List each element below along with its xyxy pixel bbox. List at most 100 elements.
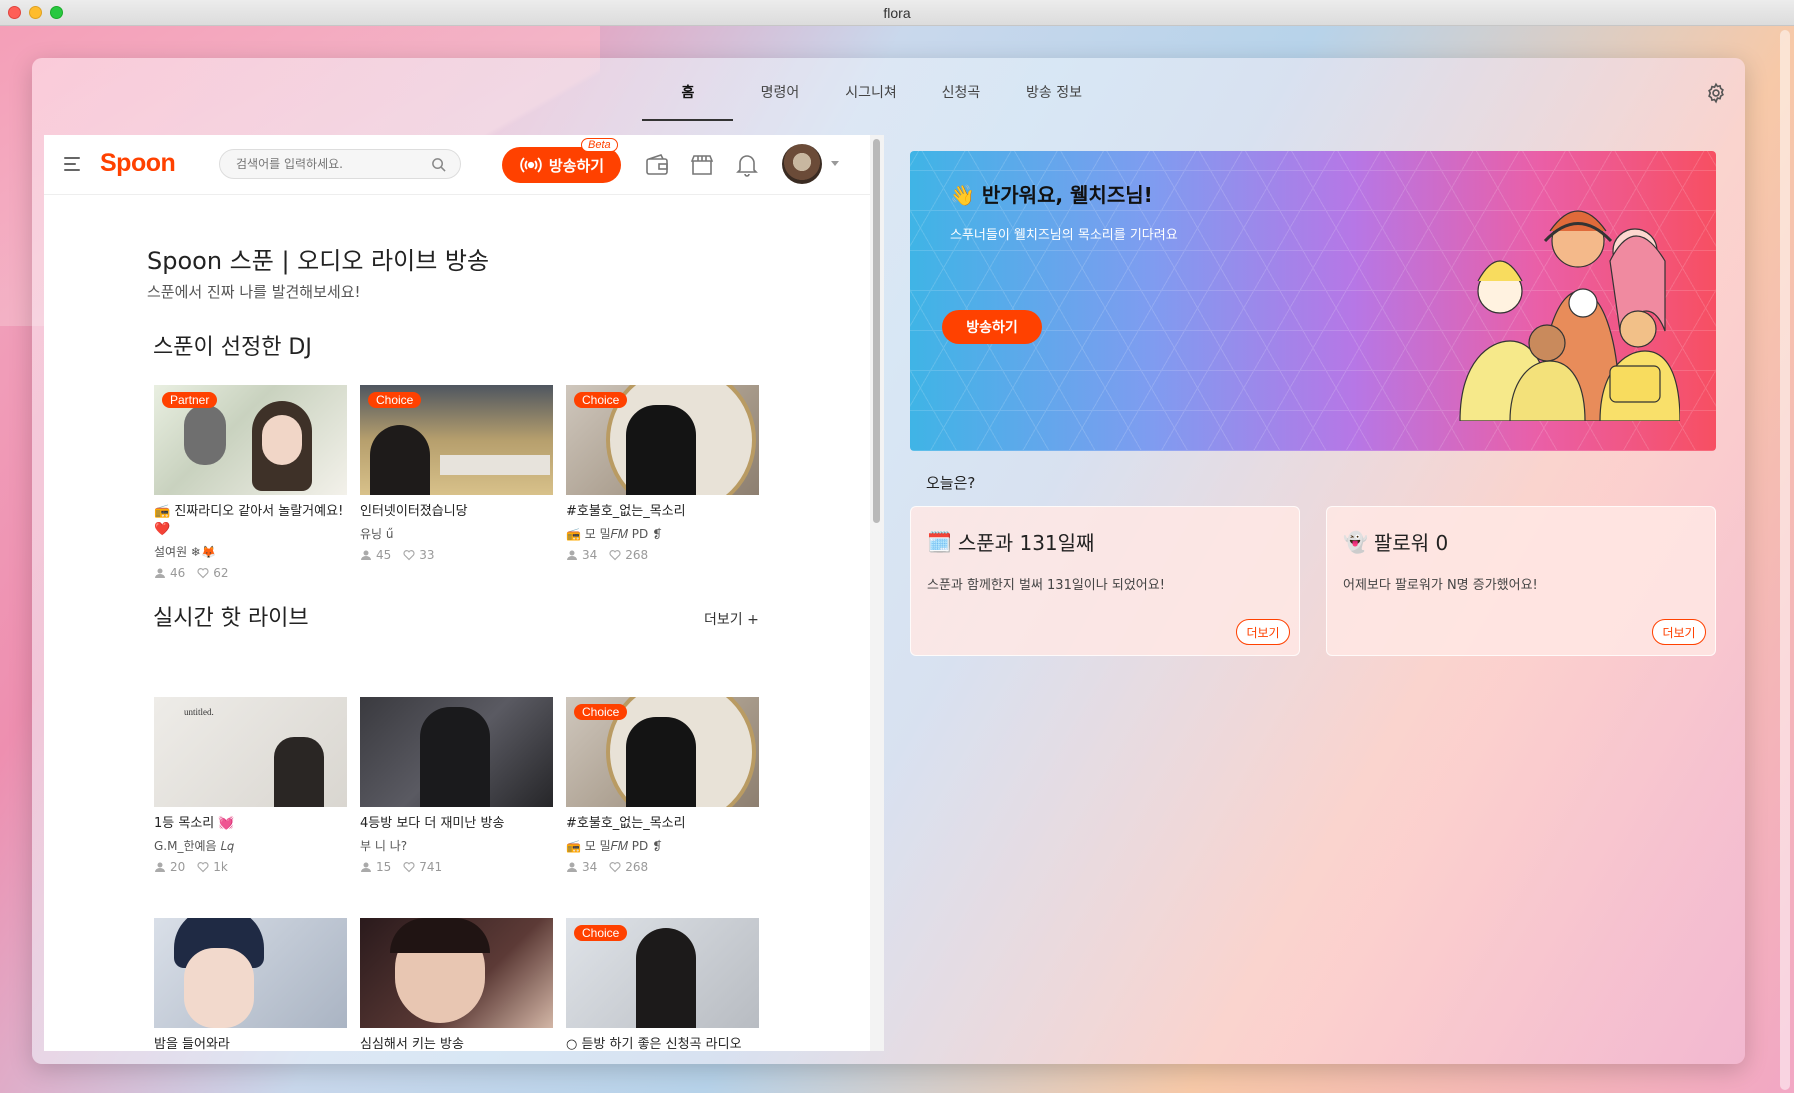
live-card[interactable]: Choice ○ 듣방 하기 좋은 신청곡 라디오 [566,918,759,1051]
live-card[interactable]: 밤을 들어와라 [154,918,347,1051]
card-thumbnail: untitled. [154,697,347,807]
likes-stat: 268 [609,548,648,562]
spoon-webview: Spoon 방송하기 Beta Spoon 스푼 | 오디오 라이브 방송 스푼… [44,135,882,1051]
menu-icon[interactable] [64,157,80,171]
card-thumbnail: Choice [566,385,759,495]
webview-scrollbar[interactable] [870,135,884,1051]
card-thumbnail: Choice [566,918,759,1028]
page-title: Spoon 스푼 | 오디오 라이브 방송 [147,247,490,275]
heart-icon [609,862,621,873]
spoon-logo[interactable]: Spoon [100,149,176,178]
heart-icon [609,550,621,561]
wallet-icon[interactable] [644,152,670,178]
heart-icon [197,568,209,579]
start-broadcast-button[interactable]: 방송하기 [502,147,621,183]
welcome-title: 👋 반가워요, 웰치즈님! [950,183,1153,207]
close-window-button[interactable] [8,6,21,19]
search-icon[interactable] [431,157,446,172]
avatar[interactable] [782,144,822,184]
card-thumbnail [360,918,553,1028]
spoon-header: Spoon 방송하기 Beta [44,135,882,195]
tab-song-request[interactable]: 신청곡 [931,82,991,102]
card-title: 심심해서 키는 방송 [360,1037,464,1051]
search-box[interactable] [219,149,461,179]
live-card[interactable]: 심심해서 키는 방송 [360,918,553,1051]
card-title: #호불호_없는_목소리 [566,504,686,519]
today-card-title-text: 스푼과 131일째 [957,531,1095,555]
card-title: #호불호_없는_목소리 [566,816,686,831]
window-controls [8,6,63,19]
user-icon [361,550,371,560]
bell-icon[interactable] [734,152,760,178]
dj-card[interactable]: Choice 인터넷이터졌습니당 유닝 ű 45 33 [360,385,553,562]
card-thumbnail [360,697,553,807]
heart-icon [403,862,415,873]
card-stats: 15 741 [360,860,553,874]
today-card-desc: 스푼과 함께한지 벌써 131일이나 되었어요! [927,578,1165,593]
listeners-stat: 20 [154,860,185,874]
live-card[interactable]: 4등방 보다 더 재미난 방송 부 니 나? 15 741 [360,697,553,874]
window-titlebar: flora [0,0,1794,26]
likes-stat: 268 [609,860,648,874]
card-thumbnail: Choice [360,385,553,495]
banner-broadcast-button[interactable]: 방송하기 [942,310,1042,344]
card-dj-name: G.M_한예음 𝐿𝑞 [154,839,234,853]
today-card-more-button[interactable]: 더보기 [1236,619,1290,645]
today-card-followers: 👻 팔로워 0 어제보다 팔로워가 N명 증가했어요! 더보기 [1326,506,1716,656]
app-window: 홈 명령어 시그니쳐 신청곡 방송 정보 Spoon 방송하기 Beta [32,58,1745,1064]
card-badge: Choice [574,925,628,941]
listeners-stat: 34 [566,860,597,874]
active-tab-indicator [642,119,733,121]
thumbnail-caption: untitled. [184,707,214,717]
likes-stat: 33 [403,548,435,562]
heart-icon [197,862,209,873]
card-thumbnail: Choice [566,697,759,807]
listeners-stat: 15 [360,860,391,874]
tab-broadcast-info[interactable]: 방송 정보 [1014,82,1094,102]
today-label: 오늘은? [926,474,976,492]
likes-stat: 1k [197,860,228,874]
tab-commands[interactable]: 명령어 [750,82,810,102]
today-card-title-text: 팔로워 0 [1373,531,1449,555]
maximize-window-button[interactable] [50,6,63,19]
listeners-stat: 34 [566,548,597,562]
user-icon [155,862,165,872]
ghost-icon: 👻 [1343,529,1368,554]
top-nav: 홈 명령어 시그니쳐 신청곡 방송 정보 [32,58,1745,124]
desktop-scrollbar [1780,30,1790,1090]
chevron-down-icon[interactable] [831,161,839,166]
card-title: 1등 목소리 💓 [154,816,235,831]
dj-card[interactable]: Choice #호불호_없는_목소리 📻 모 밀𝐹𝑀 PD ❡ 34 268 [566,385,759,562]
card-title: 인터넷이터졌습니당 [360,504,468,519]
card-dj-name: 부 니 나? [360,839,408,853]
card-title: 밤을 들어와라 [154,1037,230,1051]
card-badge: Choice [368,392,422,408]
card-thumbnail [154,918,347,1028]
search-input[interactable] [220,150,420,178]
more-link[interactable]: 더보기 + [704,609,759,629]
heart-icon [403,550,415,561]
card-thumbnail: Partner [154,385,347,495]
gear-icon[interactable] [1705,82,1727,104]
card-badge: Choice [574,392,628,408]
today-card-desc: 어제보다 팔로워가 N명 증가했어요! [1343,578,1538,593]
card-stats: 34 268 [566,548,759,562]
spoon-content: Spoon 스푼 | 오디오 라이브 방송 스푼에서 진짜 나를 발견해보세요!… [44,195,882,1051]
scrollbar-thumb[interactable] [873,139,880,523]
dj-card[interactable]: Partner 📻 진짜라디오 같아서 놀랄거예요! ❤️ 설여원 ❄🦊 46 … [154,385,347,580]
card-stats: 20 1k [154,860,347,874]
broadcast-icon [520,157,542,173]
live-card[interactable]: untitled. 1등 목소리 💓 G.M_한예음 𝐿𝑞 20 1k [154,697,347,874]
tab-signature[interactable]: 시그니쳐 [836,82,906,102]
store-icon[interactable] [689,152,715,178]
user-icon [567,862,577,872]
today-card-more-button[interactable]: 더보기 [1652,619,1706,645]
minimize-window-button[interactable] [29,6,42,19]
card-title: 4등방 보다 더 재미난 방송 [360,816,505,831]
tab-home[interactable]: 홈 [672,82,704,102]
card-dj-name: 📻 모 밀𝐹𝑀 PD ❡ [566,527,663,541]
live-card[interactable]: Choice #호불호_없는_목소리 📻 모 밀𝐹𝑀 PD ❡ 34 268 [566,697,759,874]
calendar-icon: 🗓️ [927,529,952,554]
user-icon [361,862,371,872]
listeners-stat: 46 [154,566,185,580]
